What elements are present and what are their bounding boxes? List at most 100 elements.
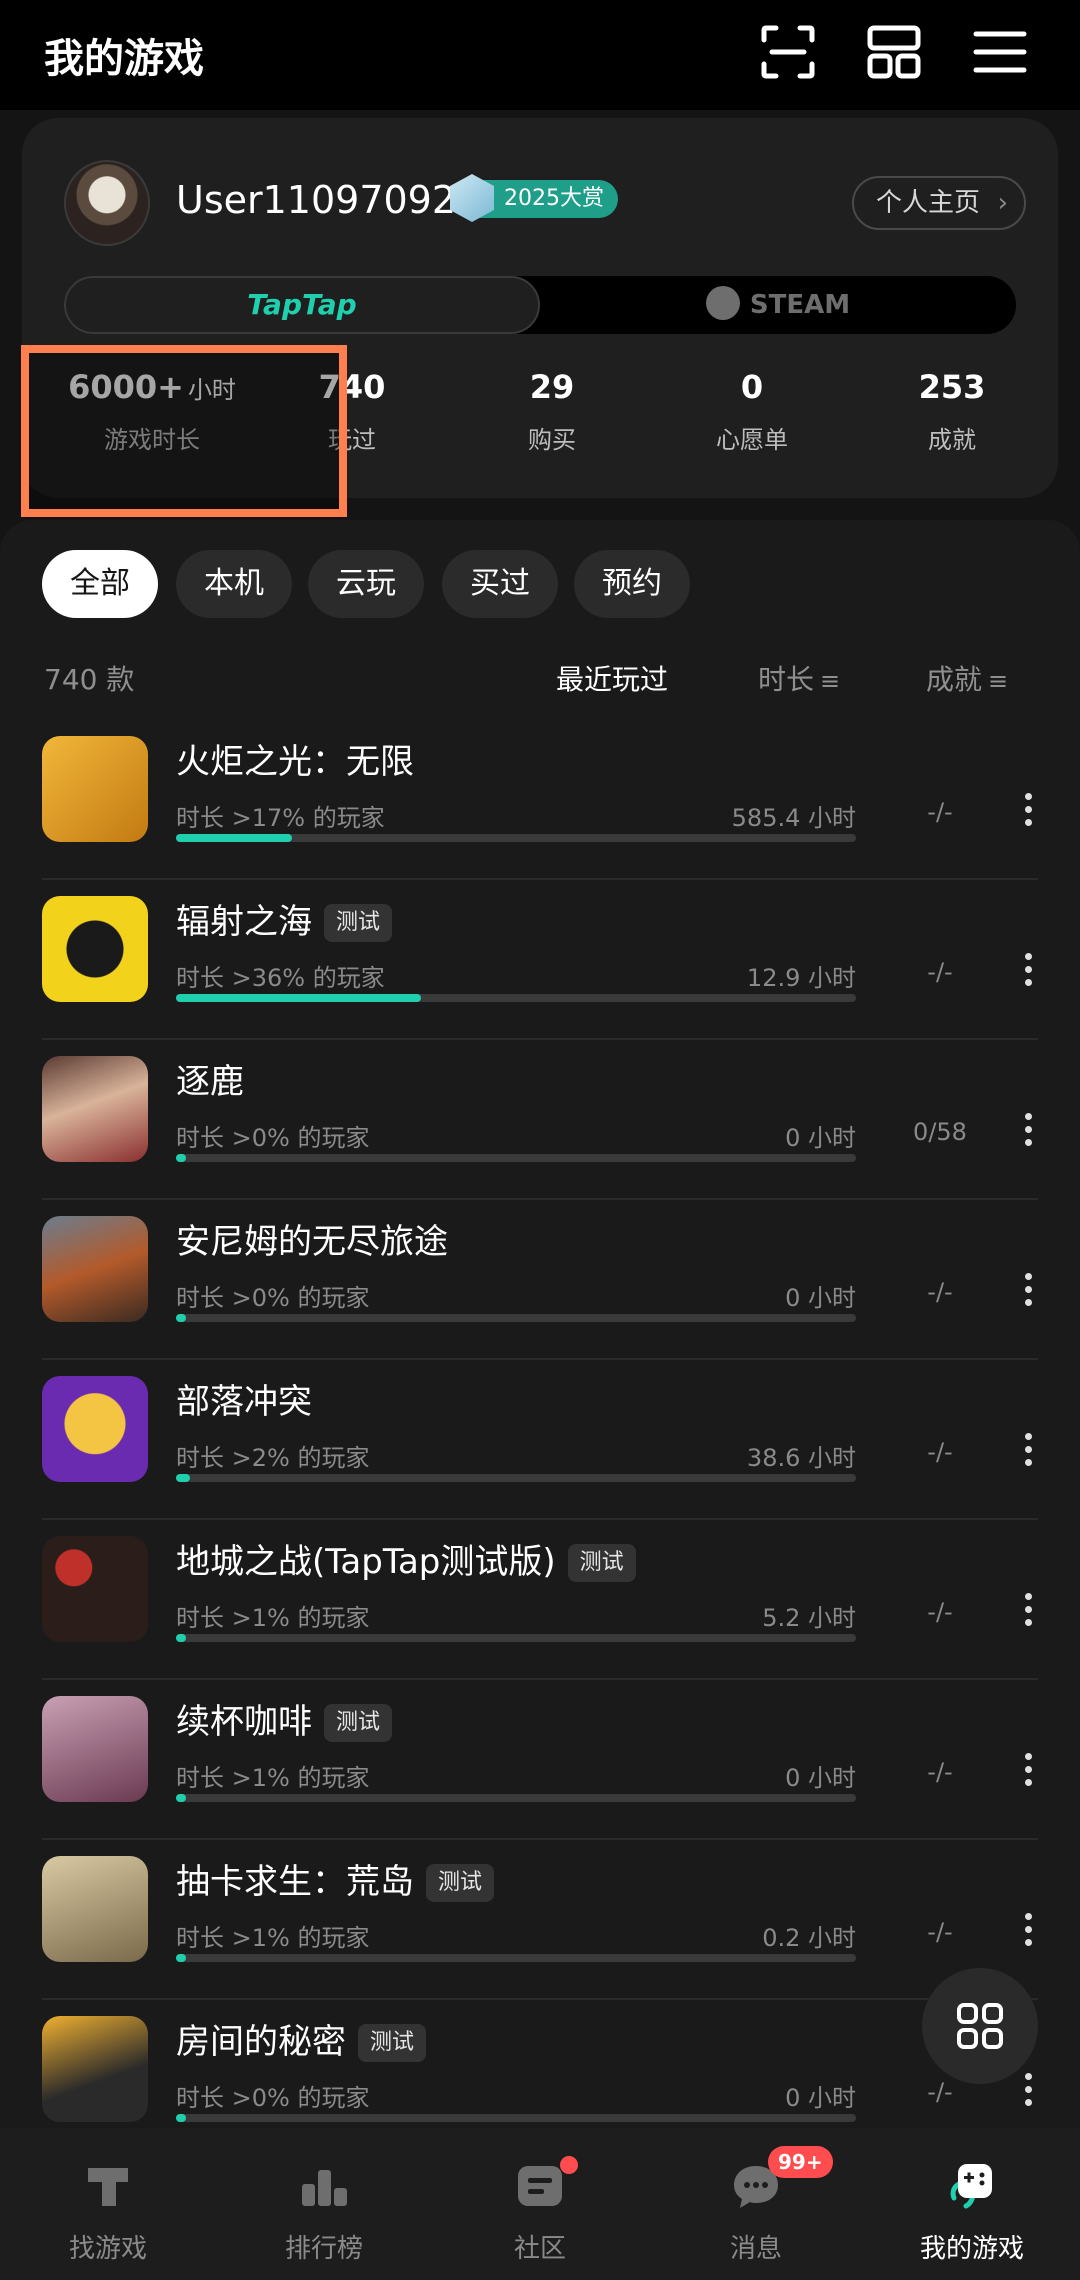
more-vertical-icon[interactable] [1018, 1110, 1038, 1150]
game-row[interactable]: 部落冲突 时长 >2% 的玩家 38.6 小时 -/- [0, 1360, 1080, 1520]
stat-wishlist[interactable]: 0 心愿单 [652, 368, 852, 455]
game-name-text: 部落冲突 [176, 1382, 312, 1422]
more-vertical-icon[interactable] [1018, 1270, 1038, 1310]
test-tag: 测试 [567, 1544, 636, 1582]
game-hours: 12.9 小时 [746, 964, 856, 992]
stat-label: 成就 [928, 426, 976, 454]
tab-steam[interactable]: STEAM [540, 276, 1016, 334]
more-vertical-icon[interactable] [1018, 1590, 1038, 1630]
stat-achievements[interactable]: 253 成就 [852, 368, 1052, 455]
game-row[interactable]: 续杯咖啡 测试 时长 >1% 的玩家 0 小时 -/- [0, 1680, 1080, 1840]
more-vertical-icon[interactable] [1018, 2070, 1038, 2110]
playtime-progress [176, 1794, 856, 1802]
menu-icon[interactable] [970, 22, 1030, 82]
more-vertical-icon[interactable] [1018, 790, 1038, 830]
playtime-progress-fill [176, 1634, 186, 1642]
game-percentile: 时长 >0% 的玩家 [176, 2084, 370, 2112]
playtime-progress [176, 834, 856, 842]
game-icon[interactable] [42, 1536, 148, 1642]
nav-messages[interactable]: 99+ 消息 [648, 2128, 864, 2280]
filter-cloud[interactable]: 云玩 [308, 550, 424, 618]
nav-my-games[interactable]: 我的游戏 [864, 2128, 1080, 2280]
game-percentile: 时长 >0% 的玩家 [176, 1124, 370, 1152]
playtime-progress-fill [176, 994, 421, 1002]
test-tag: 测试 [358, 2024, 427, 2062]
game-achievement: -/- [927, 958, 953, 986]
floating-grid-button[interactable] [922, 1968, 1038, 2084]
playtime-progress [176, 1314, 856, 1322]
stat-purchased[interactable]: 29 购买 [452, 368, 652, 455]
game-hours: 5.2 小时 [762, 1604, 856, 1632]
game-row[interactable]: 火炬之光：无限 时长 >17% 的玩家 585.4 小时 -/- [0, 720, 1080, 880]
sort-icon: ≡ [988, 667, 1009, 695]
game-achievement: -/- [927, 1598, 953, 1626]
scan-icon[interactable] [758, 22, 818, 82]
game-icon[interactable] [42, 1376, 148, 1482]
game-name: 安尼姆的无尽旅途 [176, 1214, 448, 1263]
more-vertical-icon[interactable] [1018, 1910, 1038, 1950]
steam-icon [705, 285, 740, 320]
tab-steam-label: STEAM [749, 290, 851, 320]
playtime-progress-fill [176, 1154, 186, 1162]
nav-label: 我的游戏 [919, 2234, 1024, 2264]
game-name-text: 地城之战(TapTap测试版) [176, 1542, 556, 1582]
game-icon[interactable] [42, 1856, 148, 1962]
more-vertical-icon[interactable] [1018, 950, 1038, 990]
game-icon[interactable] [42, 1056, 148, 1162]
stat-value: 29 [529, 368, 575, 406]
game-count: 740 款 [44, 663, 135, 696]
stat-label: 心愿单 [716, 426, 788, 454]
game-name: 辐射之海 测试 [176, 894, 393, 943]
more-vertical-icon[interactable] [1018, 1430, 1038, 1470]
stat-label: 购买 [528, 426, 576, 454]
game-icon[interactable] [42, 1696, 148, 1802]
game-percentile: 时长 >36% 的玩家 [176, 964, 385, 992]
grid-icon [957, 2003, 1003, 2049]
game-name: 抽卡求生：荒岛 测试 [176, 1854, 495, 1903]
game-row[interactable]: 安尼姆的无尽旅途 时长 >0% 的玩家 0 小时 -/- [0, 1200, 1080, 1360]
game-percentile: 时长 >1% 的玩家 [176, 1764, 370, 1792]
username[interactable]: User110970928 [176, 178, 480, 222]
avatar[interactable] [64, 160, 150, 246]
filter-purchased[interactable]: 买过 [442, 550, 558, 618]
personal-homepage-button[interactable]: 个人主页 › [852, 176, 1027, 230]
game-row[interactable]: 逐鹿 时长 >0% 的玩家 0 小时 0/58 [0, 1040, 1080, 1200]
filter-reserved[interactable]: 预约 [574, 550, 690, 618]
highlight-box [21, 345, 347, 517]
game-row[interactable]: 抽卡求生：荒岛 测试 时长 >1% 的玩家 0.2 小时 -/- [0, 1840, 1080, 2000]
playtime-progress [176, 2114, 856, 2122]
filter-all[interactable]: 全部 [42, 550, 158, 618]
sort-recent[interactable]: 最近玩过 [556, 658, 668, 698]
my-games-icon [950, 2164, 992, 2209]
game-achievement: -/- [927, 1278, 953, 1306]
game-name-text: 房间的秘密 [176, 2022, 346, 2062]
game-name: 续杯咖啡 测试 [176, 1694, 393, 1743]
game-icon[interactable] [42, 736, 148, 842]
game-icon[interactable] [42, 896, 148, 1002]
test-tag: 测试 [324, 1704, 393, 1742]
sort-duration[interactable]: 时长 ≡ [758, 658, 840, 698]
game-list-panel: 全部 本机 云玩 买过 预约 740 款 最近玩过 时长 ≡ 成就 ≡ 火炬之光：无… [0, 520, 1080, 2160]
filter-local[interactable]: 本机 [176, 550, 292, 618]
more-vertical-icon[interactable] [1018, 1750, 1038, 1790]
stat-value: 253 [918, 368, 986, 406]
game-name-text: 逐鹿 [176, 1062, 244, 1102]
game-name: 地城之战(TapTap测试版) 测试 [176, 1534, 636, 1583]
nav-community[interactable]: 社区 [432, 2128, 648, 2280]
sort-achievement-label: 成就 [926, 663, 983, 696]
game-row[interactable]: 地城之战(TapTap测试版) 测试 时长 >1% 的玩家 5.2 小时 -/- [0, 1520, 1080, 1680]
game-name: 火炬之光：无限 [176, 734, 414, 783]
sort-achievement[interactable]: 成就 ≡ [926, 658, 1008, 698]
bottom-nav: 找游戏 排行榜 社区 99+ 消息 我的游戏 [0, 2128, 1080, 2280]
nav-find-games[interactable]: 找游戏 [0, 2128, 216, 2280]
game-row[interactable]: 辐射之海 测试 时长 >36% 的玩家 12.9 小时 -/- [0, 880, 1080, 1040]
playtime-progress-fill [176, 1314, 186, 1322]
game-icon[interactable] [42, 2016, 148, 2122]
top-bar: 我的游戏 [0, 0, 1080, 110]
tab-taptap[interactable]: TapTap [64, 276, 540, 334]
grid-layout-icon[interactable] [864, 22, 924, 82]
game-percentile: 时长 >0% 的玩家 [176, 1284, 370, 1312]
game-icon[interactable] [42, 1216, 148, 1322]
playtime-progress-fill [176, 1954, 186, 1962]
nav-leaderboard[interactable]: 排行榜 [216, 2128, 432, 2280]
